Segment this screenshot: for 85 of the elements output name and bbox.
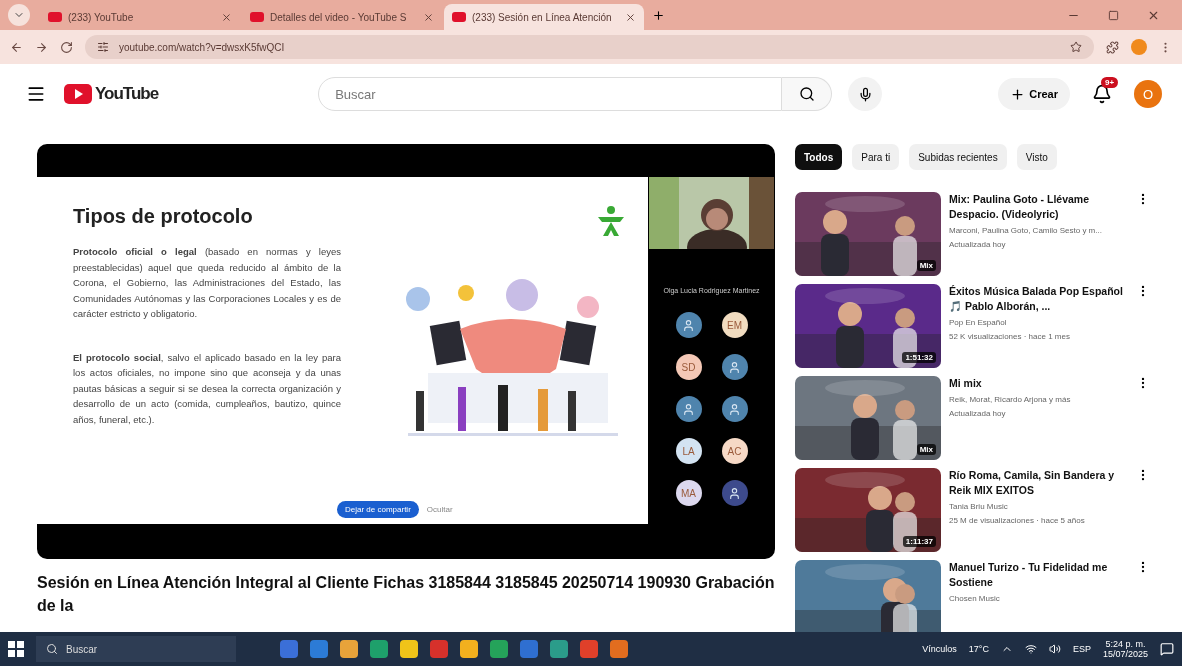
filter-chip[interactable]: Para ti [852, 144, 900, 170]
volume-icon[interactable] [1048, 643, 1061, 655]
filter-chip[interactable]: Subidas recientes [909, 144, 1007, 170]
filter-chip[interactable]: Visto [1016, 144, 1057, 170]
youtube-icon [48, 12, 62, 22]
notifications-icon[interactable] [1160, 642, 1174, 656]
create-button[interactable]: Crear [998, 78, 1070, 110]
channel-name[interactable]: Reik, Morat, Ricardo Arjona y más [949, 394, 1128, 405]
site-settings-icon[interactable] [97, 41, 109, 53]
extensions-icon[interactable] [1106, 40, 1119, 54]
windows-icon[interactable] [8, 641, 24, 657]
links-toolbar[interactable]: Vínculos [922, 644, 957, 654]
close-icon[interactable] [1147, 9, 1160, 22]
video-meta: Actualizada hoy [949, 239, 1007, 250]
thumbnail-badge: Mix [916, 260, 936, 271]
search-field[interactable]: Buscar [318, 77, 783, 111]
browser-tab[interactable]: Detalles del video - YouTube S [242, 4, 442, 30]
browser-tab[interactable]: (233) Sesión en Línea Atención [444, 4, 644, 30]
notification-badge: 9+ [1101, 77, 1119, 88]
video-title: Sesión en Línea Atención Integral al Cliente Fichas 3185844 3185845 20250714 190930 Grabación de la [37, 573, 775, 616]
app-icon[interactable] [340, 640, 358, 658]
menu-icon[interactable] [26, 84, 46, 104]
channel-name[interactable]: Pop En Español [949, 317, 1128, 328]
participant-avatar: AC [721, 438, 748, 464]
app-icon[interactable] [580, 640, 598, 658]
channel-name[interactable]: Chosen Music [949, 593, 1128, 604]
thumbnail-badge: Mix [916, 444, 936, 455]
language-indicator[interactable]: ESP [1072, 644, 1091, 654]
hide-link[interactable]: Ocultar [426, 505, 453, 514]
app-icon[interactable] [610, 640, 628, 658]
app-icon[interactable] [400, 640, 418, 658]
video-title[interactable]: Mix: Paulina Goto - Llévame Despacio. (Videolyric) [949, 192, 1128, 222]
video-title[interactable]: Río Roma, Camila, Sin Bandera y Reik MIX EXITOS [949, 468, 1128, 498]
forward-icon[interactable] [35, 40, 48, 54]
channel-name[interactable]: Marconi, Paulina Goto, Camilo Sesto y m... [949, 225, 1128, 236]
taskbar-search-field[interactable]: Buscar [36, 636, 236, 662]
video-title[interactable]: Éxitos Música Balada Pop Español 🎵 Pablo Alborán, ... [949, 284, 1128, 314]
app-icon[interactable] [550, 640, 568, 658]
app-icon[interactable] [460, 640, 478, 658]
close-icon[interactable] [423, 11, 434, 23]
address-bar[interactable]: youtube.com/watch?v=dwsxK5fwQCI [85, 35, 1094, 59]
url-text: youtube.com/watch?v=dwsxK5fwQCI [119, 41, 285, 53]
thumbnail-badge: 1:11:37 [902, 536, 936, 547]
maximize-icon[interactable] [1108, 9, 1119, 22]
plus-icon[interactable] [1010, 86, 1026, 102]
back-icon[interactable] [10, 40, 23, 54]
youtube-icon [452, 12, 466, 22]
thumbnail-badge: 1:51:32 [902, 352, 936, 363]
weather-text[interactable]: 17°C [968, 644, 989, 654]
video-meta: 52 K visualizaciones · hace 1 mes [949, 331, 1071, 342]
channel-name[interactable]: Tania Briu Music [949, 501, 1128, 512]
search-icon[interactable] [798, 86, 815, 102]
new-tab-icon[interactable] [652, 9, 665, 22]
participant-avatar: EM [721, 312, 748, 338]
search-icon[interactable] [46, 643, 58, 655]
mic-icon[interactable] [857, 86, 873, 102]
logo-text[interactable]: YouTube [95, 84, 159, 104]
close-icon[interactable] [221, 11, 232, 23]
search-button[interactable] [782, 77, 833, 111]
video-meta: Actualizada hoy [949, 408, 1007, 419]
slide-paragraph: El protocolo social, salvo el aplicado basado en la ley para los actos oficiales, no impone sino que aconseja y da unas pautas básicas a seguir si se desea la correcta organización y desarrollo de un acto (comida, cumpleaños, bautizo, quince años, funeral, etc.). [73, 350, 341, 427]
star-icon[interactable] [1070, 41, 1082, 53]
browser-tab[interactable]: (233) YouTube [40, 4, 240, 30]
participant-avatar: LA [675, 438, 702, 464]
participant-avatar: SD [675, 354, 702, 380]
clock-date[interactable]: 15/07/2025 [1102, 649, 1148, 659]
slide-title: Tipos de protocolo [73, 205, 254, 228]
wifi-icon[interactable] [1024, 643, 1037, 655]
logo-icon[interactable] [64, 84, 92, 104]
filter-chip[interactable]: Todos [795, 144, 843, 170]
video-title[interactable]: Manuel Turizo - Tu Fidelidad me Sostiene [949, 560, 1128, 590]
slide-paragraph: Protocolo oficial o legal (basado en normas y leyes preestablecidas) aquel que queda reducido al ámbito de la Corona, el Gobierno, las Administraciones del Estado, las Comunidades Autónomas y las Corporaciones Locales y es de carácter estricto y obligatorio. [73, 245, 341, 321]
video-player[interactable] [37, 144, 775, 559]
bell-icon[interactable] [1092, 84, 1112, 104]
close-icon[interactable] [625, 11, 636, 23]
mic-button[interactable] [848, 77, 883, 111]
participant-avatar: MA [675, 480, 702, 506]
youtube-icon [250, 12, 264, 22]
video-title[interactable]: Mi mix [949, 376, 1128, 391]
stop-sharing-button[interactable]: Dejar de compartir [337, 501, 419, 518]
video-meta: 25 M de visualizaciones · hace 5 años [949, 515, 1086, 526]
clock-time[interactable]: 5:24 p. m. [1105, 639, 1146, 649]
reload-icon[interactable] [60, 40, 73, 54]
app-icon[interactable] [490, 640, 508, 658]
app-icon[interactable] [370, 640, 388, 658]
